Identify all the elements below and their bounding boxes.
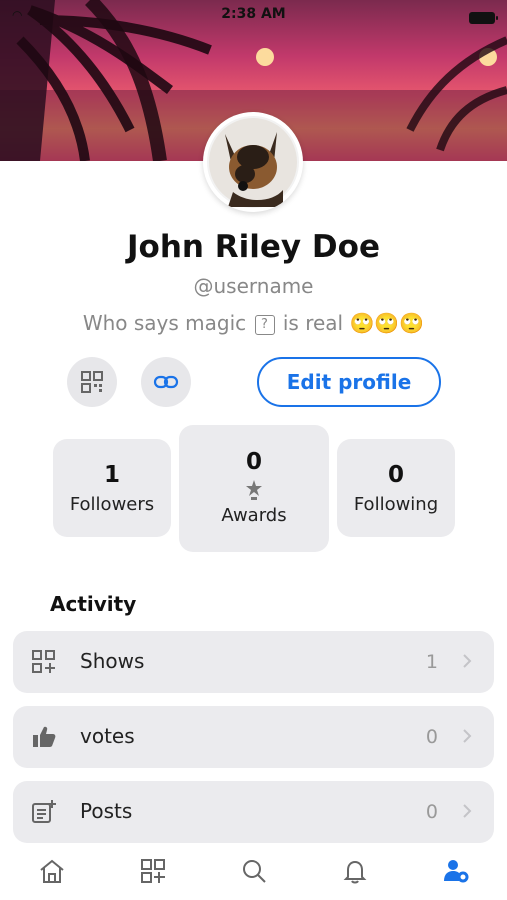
followers-count: 1 bbox=[103, 462, 120, 488]
profile-settings-icon[interactable] bbox=[442, 857, 470, 885]
profile-bio: Who says magic ? is real 🙄🙄🙄 bbox=[0, 311, 507, 335]
activity-row-shows[interactable]: Shows 1 bbox=[13, 631, 494, 693]
chevron-right-icon bbox=[463, 804, 472, 818]
tab-bar bbox=[0, 843, 507, 900]
bio-text-suffix: is real bbox=[282, 311, 344, 335]
followers-label: Followers bbox=[69, 494, 155, 515]
edit-profile-button[interactable]: Edit profile bbox=[257, 357, 441, 407]
post-add-icon bbox=[32, 800, 56, 823]
link-icon bbox=[153, 375, 179, 389]
qr-code-button[interactable] bbox=[67, 357, 117, 407]
following-stat[interactable]: 0 Following bbox=[337, 439, 455, 537]
activity-row-posts[interactable]: Posts 0 bbox=[13, 781, 494, 843]
bell-icon[interactable] bbox=[341, 857, 369, 885]
status-time: 2:38 AM bbox=[221, 6, 286, 22]
awards-stat[interactable]: 0 Awards bbox=[179, 425, 329, 552]
battery-icon bbox=[469, 12, 498, 24]
avatar[interactable] bbox=[203, 112, 303, 212]
grid-plus-icon bbox=[32, 650, 55, 673]
chevron-right-icon bbox=[463, 729, 472, 743]
awards-label: Awards bbox=[221, 505, 287, 526]
following-count: 0 bbox=[387, 462, 404, 488]
thumbs-up-icon bbox=[33, 726, 56, 747]
chevron-right-icon bbox=[463, 654, 472, 668]
activity-row-count: 1 bbox=[425, 651, 438, 673]
activity-row-label: Posts bbox=[80, 799, 133, 823]
bio-text: Who says magic bbox=[82, 311, 247, 335]
followers-stat[interactable]: 1 Followers bbox=[53, 439, 171, 537]
following-label: Following bbox=[353, 494, 439, 515]
grid-plus-icon[interactable] bbox=[139, 857, 167, 885]
bio-emoji: 🙄🙄🙄 bbox=[349, 311, 425, 335]
activity-row-count: 0 bbox=[425, 801, 438, 823]
search-icon[interactable] bbox=[240, 857, 268, 885]
qr-code-icon bbox=[81, 371, 103, 393]
unknown-glyph-icon: ? bbox=[254, 314, 275, 335]
share-link-button[interactable] bbox=[141, 357, 191, 407]
dog-avatar-image bbox=[207, 116, 299, 208]
home-icon[interactable] bbox=[38, 857, 66, 885]
trophy-star-icon bbox=[246, 480, 262, 500]
activity-heading: Activity bbox=[50, 592, 137, 616]
activity-row-count: 0 bbox=[425, 726, 438, 748]
activity-row-label: Shows bbox=[80, 649, 145, 673]
activity-row-label: votes bbox=[80, 724, 135, 748]
awards-count: 0 bbox=[245, 449, 262, 475]
profile-handle: @username bbox=[193, 274, 314, 298]
profile-name: John Riley Doe bbox=[127, 229, 380, 265]
activity-row-votes[interactable]: votes 0 bbox=[13, 706, 494, 768]
status-bar: ◠ 2:38 AM bbox=[0, 6, 507, 26]
